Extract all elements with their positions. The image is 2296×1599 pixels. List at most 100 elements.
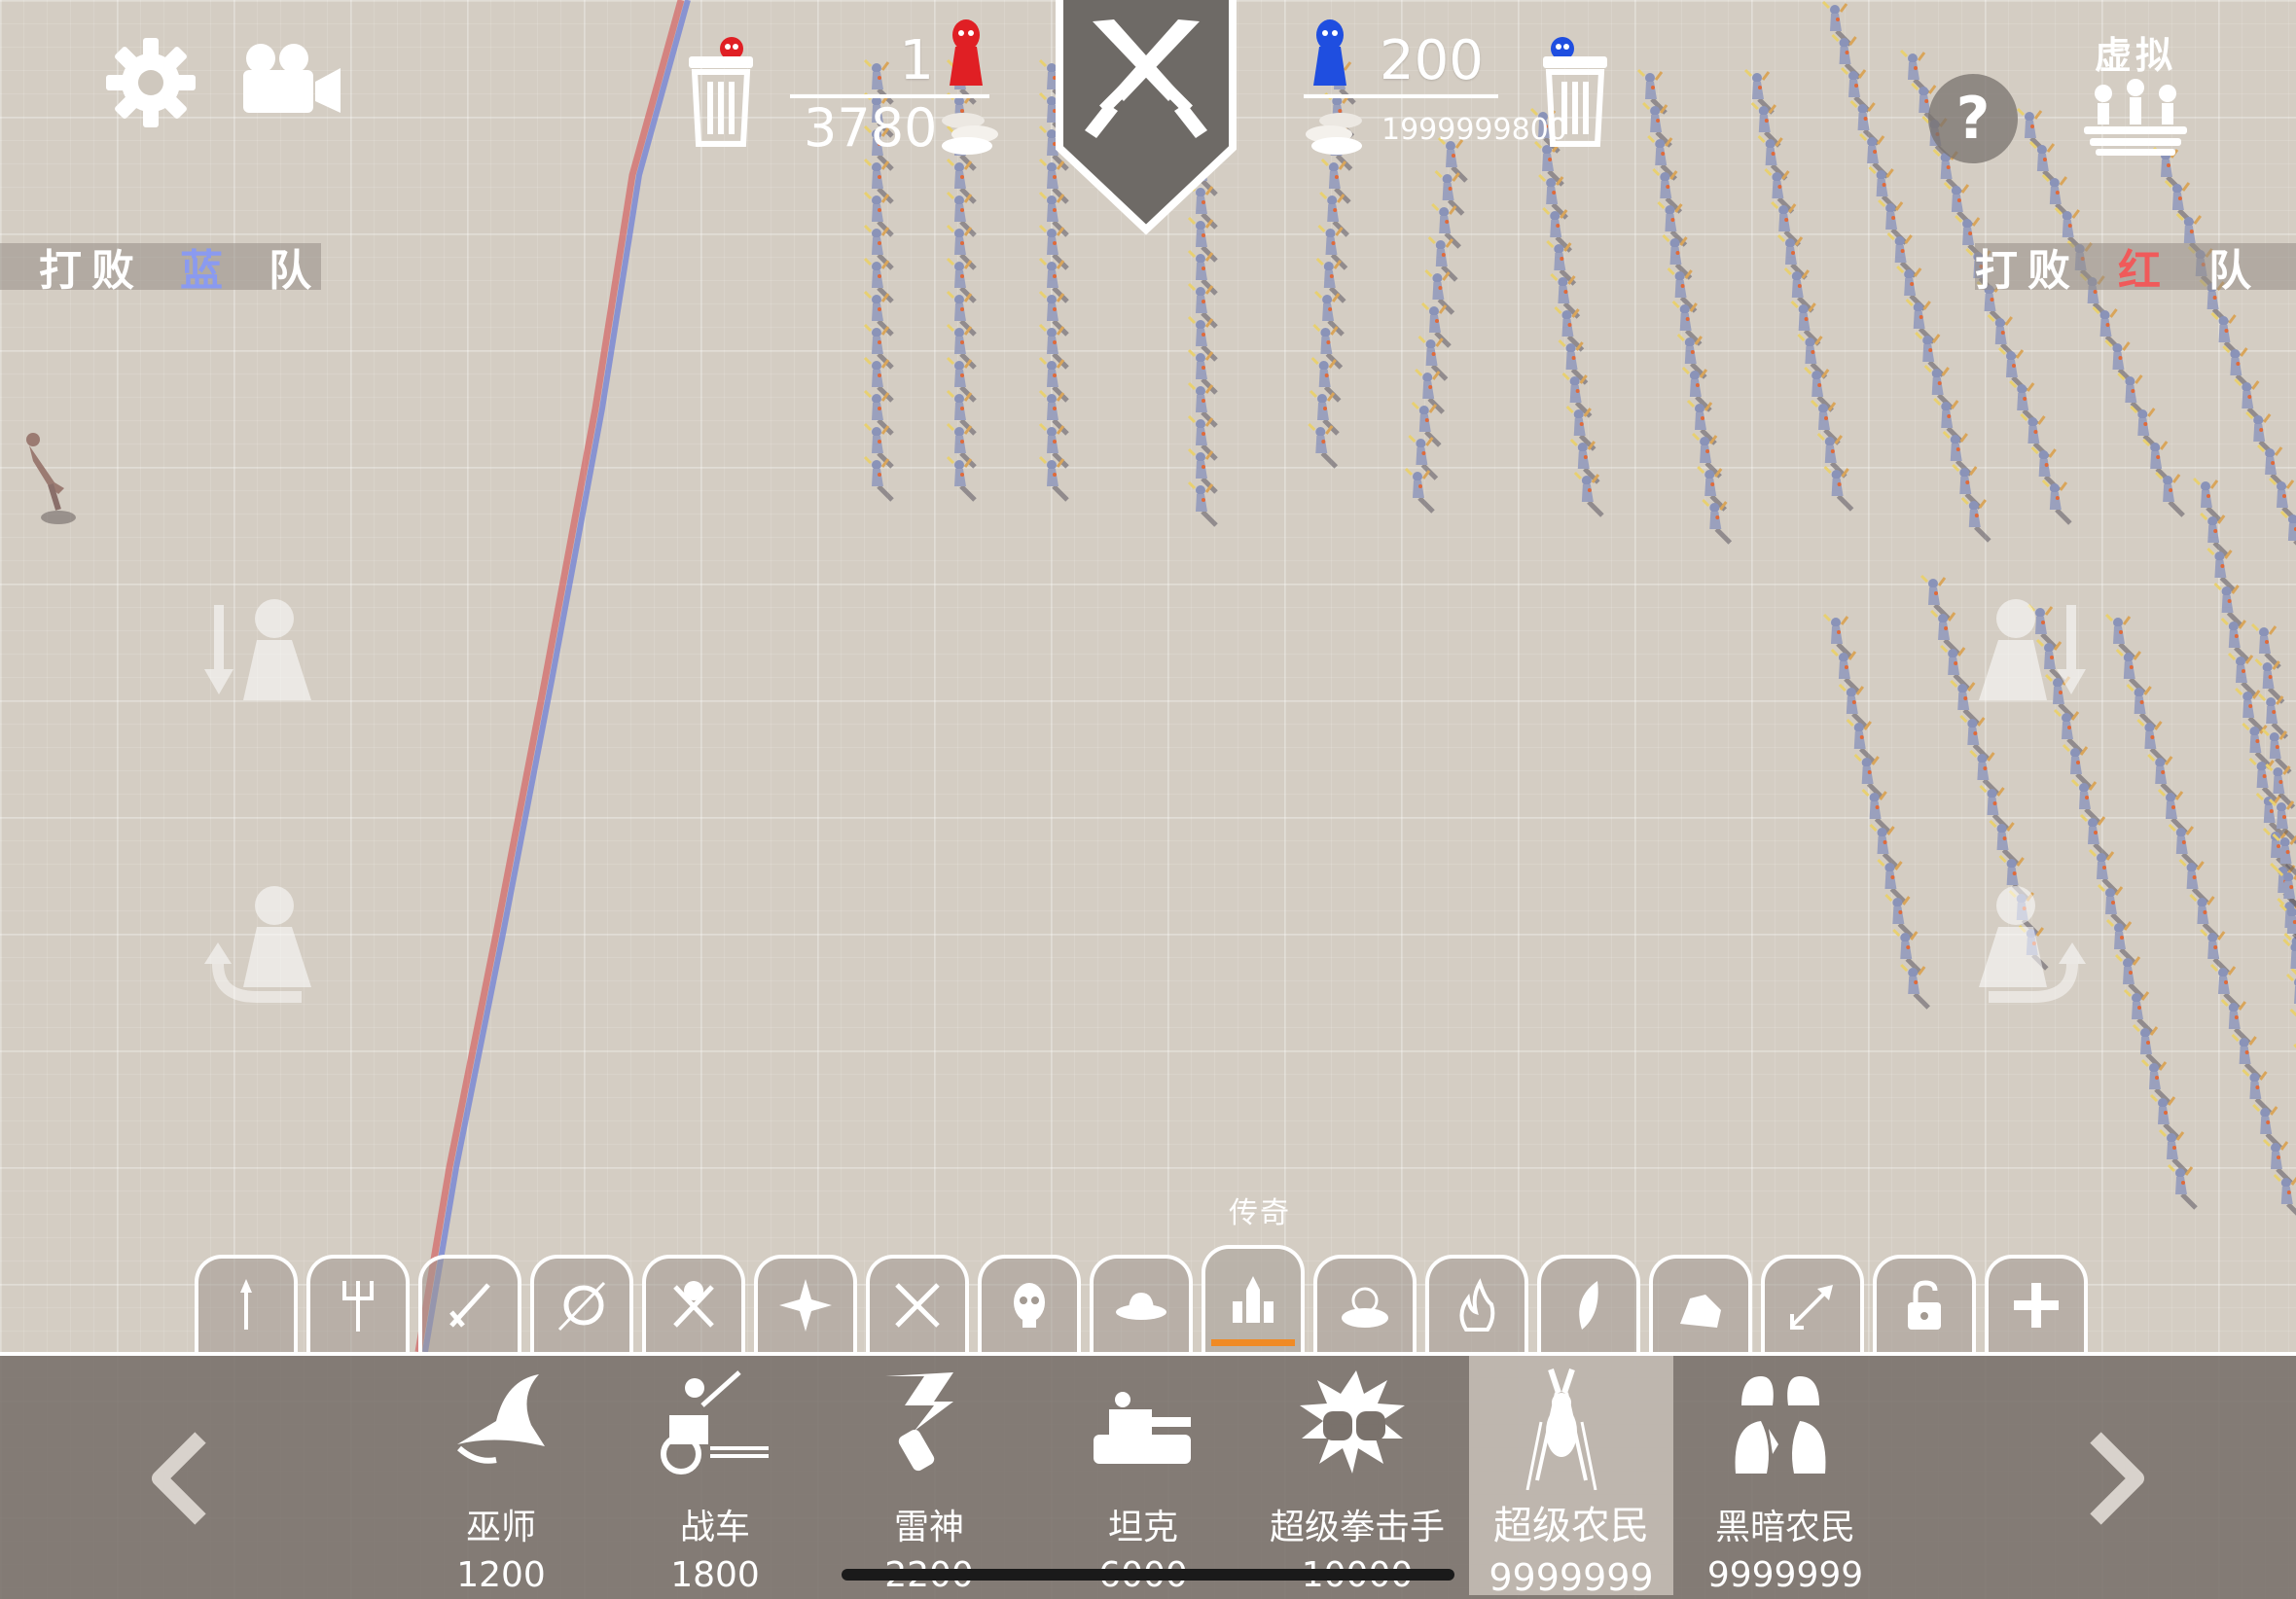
blue-soldier <box>1930 609 1960 656</box>
shuriken-icon <box>779 1279 832 1332</box>
blue-soldier <box>1750 101 1781 148</box>
category-tab-sword[interactable] <box>418 1255 521 1352</box>
unit-card[interactable]: 黑暗农民 9999999 <box>1683 1356 1887 1595</box>
blue-soldier <box>1662 233 1693 280</box>
category-tab-viking-helmet[interactable] <box>642 1255 745 1352</box>
unit-card[interactable]: 雷神2200 <box>827 1356 1031 1595</box>
category-tab-shield[interactable] <box>530 1255 633 1352</box>
coins-icon <box>1306 113 1362 155</box>
left-place-unit-icon[interactable] <box>204 593 316 705</box>
blue-soldier <box>1642 101 1672 148</box>
blue-soldier <box>1757 134 1788 181</box>
blue-soldier <box>1652 167 1683 214</box>
category-tab-spear[interactable] <box>195 1255 298 1352</box>
red-unit-count: 1 <box>899 29 934 92</box>
blue-soldier <box>1434 169 1465 216</box>
next-page-button[interactable] <box>2084 1430 2152 1531</box>
wizard-hat-icon <box>457 1373 545 1464</box>
blue-clear-units-button[interactable] <box>1541 35 1609 152</box>
blue-soldier <box>1764 167 1795 214</box>
blue-soldier <box>1919 574 1951 621</box>
red-clear-units-button[interactable] <box>687 35 755 152</box>
unit-name: 坦克 <box>1107 1508 1178 1547</box>
defeat-blue-banner: 打 败 蓝 队 <box>0 243 321 296</box>
feather-icon <box>1579 1281 1598 1330</box>
blue-soldier <box>1822 613 1853 659</box>
blue-soldier <box>2053 708 2084 755</box>
trash-icon <box>1543 37 1607 147</box>
category-tab-shuriken[interactable] <box>754 1255 857 1352</box>
start-battle-button[interactable] <box>1054 0 1238 241</box>
unit-icon <box>1722 1364 1848 1495</box>
category-tab-cowboy-hat[interactable] <box>1090 1255 1193 1352</box>
unit-card[interactable]: 巫师 1200 <box>399 1356 603 1595</box>
category-tab-feather[interactable] <box>1537 1255 1640 1352</box>
category-tab-unlock[interactable] <box>1873 1255 1976 1352</box>
boxing-gloves-icon <box>1300 1369 1405 1474</box>
category-tab-rock[interactable] <box>1649 1255 1752 1352</box>
blue-soldier <box>1810 399 1841 445</box>
red-soldier[interactable] <box>16 428 84 535</box>
blue-soldier <box>1424 268 1455 315</box>
unit-icon <box>1294 1364 1420 1495</box>
help-button[interactable]: ? <box>1928 74 2018 163</box>
banner-team-char: 蓝 <box>180 246 233 296</box>
unit-name: 雷神 <box>893 1508 964 1547</box>
blue-soldier <box>2140 1058 2171 1105</box>
blue-soldier <box>1415 368 1445 414</box>
unit-name: 超级拳击手 <box>1269 1508 1445 1547</box>
left-undo-unit-icon[interactable] <box>204 880 316 1007</box>
category-tab-pitchfork[interactable] <box>306 1255 410 1352</box>
settings-button[interactable] <box>102 34 199 131</box>
unit-card[interactable]: 超级农民 9999999 <box>1469 1356 1673 1599</box>
blue-soldier <box>1960 496 1991 543</box>
unlock-icon <box>1908 1280 1941 1330</box>
blue-soldier <box>2167 1163 2198 1210</box>
home-indicator <box>842 1569 1454 1581</box>
category-tab-skull[interactable] <box>978 1255 1081 1352</box>
unit-cost: 9999999 <box>1489 1556 1654 1599</box>
unit-cost: 9999999 <box>1706 1555 1864 1595</box>
chevron-left-icon <box>152 1432 206 1525</box>
unit-card[interactable]: 战车 1800 <box>613 1356 817 1595</box>
blue-soldier <box>1676 333 1707 379</box>
camera-button[interactable] <box>239 41 342 119</box>
blue-soldier <box>2248 757 2279 803</box>
blue-soldier <box>1647 134 1677 181</box>
blue-soldier <box>1853 753 1884 800</box>
category-tab-castle[interactable] <box>1202 1245 1305 1352</box>
category-tab-plus[interactable] <box>1985 1255 2088 1352</box>
right-undo-unit-icon[interactable] <box>1975 880 2087 1007</box>
blue-soldier <box>1411 401 1442 447</box>
unit-card[interactable]: 超级拳击手10000 <box>1255 1356 1459 1595</box>
blue-unit-count: 200 <box>1380 29 1484 92</box>
chariot-icon <box>661 1369 769 1475</box>
blue-soldier <box>1427 235 1458 282</box>
blue-soldier <box>2132 1023 2163 1070</box>
blue-soldier <box>1408 434 1439 480</box>
blue-soldier <box>2114 953 2145 1000</box>
prev-page-button[interactable] <box>144 1430 212 1531</box>
blue-soldier <box>2070 778 2101 825</box>
category-label: 传奇 <box>1229 1196 1291 1230</box>
arrow-icon <box>1790 1285 1833 1330</box>
category-tab-crossed-swords[interactable] <box>866 1255 969 1352</box>
unit-icon <box>1080 1364 1206 1495</box>
viking-helmet-icon <box>673 1281 714 1328</box>
category-tab-fire[interactable] <box>1425 1255 1528 1352</box>
unit-card[interactable]: 坦克6000 <box>1041 1356 1245 1595</box>
blue-soldier <box>1804 366 1834 412</box>
virtual-crowd-icon[interactable] <box>2082 78 2189 156</box>
red-gold: 3780 <box>804 97 938 159</box>
category-tab-arrow[interactable] <box>1761 1255 1864 1352</box>
blue-soldier <box>1900 963 1930 1010</box>
blue-soldier <box>2279 510 2296 546</box>
category-tab-sun-cloud[interactable] <box>1313 1255 1417 1352</box>
blue-soldier <box>2213 582 2244 628</box>
unit-icon <box>866 1364 992 1495</box>
defeat-red-banner: 打 败 红 队 <box>1975 243 2296 296</box>
chevron-right-icon <box>2090 1432 2144 1525</box>
right-place-unit-icon[interactable] <box>1975 593 2087 705</box>
blue-soldier <box>2220 617 2251 663</box>
banner-team-char: 红 <box>2118 246 2170 296</box>
